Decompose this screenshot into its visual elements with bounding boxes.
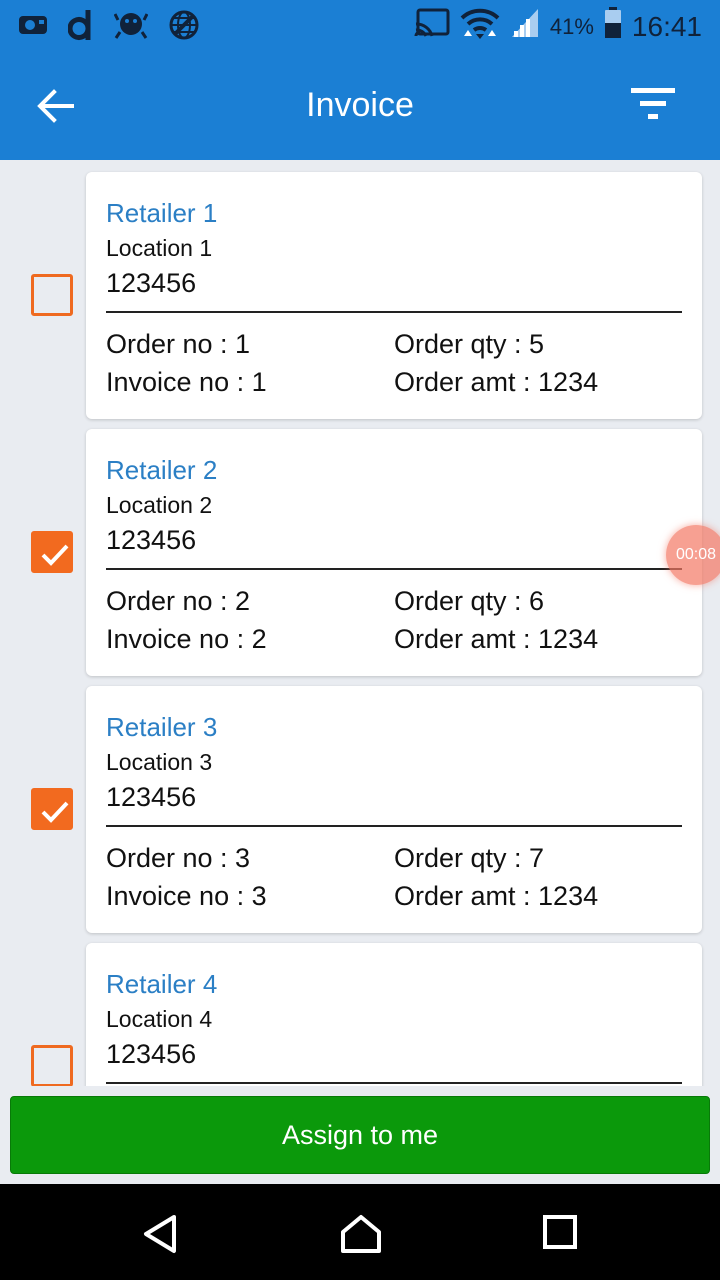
retailer-location: Location 1 (106, 235, 213, 261)
cast-icon (414, 8, 450, 45)
retailer-code: 123456 (106, 1039, 197, 1069)
invoice-card[interactable]: Retailer 4 Location 4 123456 (86, 943, 702, 1086)
retailer-name: Retailer 1 (106, 198, 218, 228)
retailer-name: Retailer 3 (106, 712, 218, 742)
app-header: 41% 16:41 Invoice (0, 0, 720, 160)
order-amt: Order amt : 1234 (394, 881, 599, 911)
invoice-no: Invoice no : 2 (106, 624, 267, 654)
retailer-code: 123456 (106, 782, 197, 812)
invoice-checkbox-checked[interactable] (31, 531, 73, 573)
globe-blocked-icon (168, 9, 200, 46)
order-amt: Order amt : 1234 (394, 624, 599, 654)
clock: 16:41 (631, 10, 702, 42)
checkmark-icon (41, 801, 69, 823)
invoice-checkbox-unchecked[interactable] (31, 1045, 73, 1086)
order-qty: Order qty : 6 (394, 586, 545, 616)
order-no: Order no : 2 (106, 586, 251, 616)
divider (106, 1082, 682, 1084)
nav-back-button[interactable] (140, 1214, 180, 1254)
nav-recents-button[interactable] (542, 1214, 582, 1254)
recents-square-icon (543, 1215, 577, 1249)
invoice-checkbox-unchecked[interactable] (31, 274, 73, 316)
retailer-location: Location 3 (106, 749, 213, 775)
invoice-no: Invoice no : 1 (106, 367, 267, 397)
retailer-code: 123456 (106, 525, 197, 555)
home-icon (341, 1215, 381, 1253)
back-triangle-icon (144, 1215, 176, 1253)
camera-app-icon (18, 13, 48, 42)
nav-home-button[interactable] (340, 1214, 381, 1254)
filter-button[interactable] (630, 86, 676, 122)
order-no: Order no : 1 (106, 329, 251, 359)
order-qty: Order qty : 7 (394, 843, 545, 873)
d-app-icon (67, 8, 94, 47)
invoice-card[interactable]: Retailer 1 Location 1 123456 Order no : … (86, 172, 702, 419)
divider (106, 568, 682, 570)
retailer-location: Location 2 (106, 492, 213, 518)
invoice-card[interactable]: Retailer 3 Location 3 123456 Order no : … (86, 686, 702, 933)
retailer-location: Location 4 (106, 1006, 213, 1032)
invoice-row: Retailer 3 Location 3 123456 Order no : … (0, 686, 720, 933)
retailer-code: 123456 (106, 268, 197, 298)
invoice-list[interactable]: Retailer 1 Location 1 123456 Order no : … (0, 160, 720, 1086)
order-qty: Order qty : 5 (394, 329, 545, 359)
order-no: Order no : 3 (106, 843, 251, 873)
toolbar: Invoice (0, 50, 720, 160)
signal-icon (510, 7, 540, 46)
status-bar: 41% 16:41 (0, 0, 720, 50)
wifi-icon (460, 6, 500, 47)
battery-percent: 41% (549, 13, 594, 39)
filter-icon (631, 88, 675, 119)
retailer-name: Retailer 4 (106, 969, 218, 999)
checkmark-icon (41, 544, 69, 566)
invoice-row: Retailer 4 Location 4 123456 (0, 943, 720, 1086)
divider (106, 311, 682, 313)
system-nav-bar (0, 1184, 720, 1280)
assign-to-me-button[interactable]: Assign to me (10, 1096, 710, 1174)
order-amt: Order amt : 1234 (394, 367, 599, 397)
page-title: Invoice (306, 86, 414, 124)
screen-recorder-bubble[interactable]: 00:08 (666, 525, 720, 585)
invoice-checkbox-checked[interactable] (31, 788, 73, 830)
battery-icon (604, 7, 622, 46)
invoice-row: Retailer 1 Location 1 123456 Order no : … (0, 172, 720, 419)
divider (106, 825, 682, 827)
invoice-no: Invoice no : 3 (106, 881, 267, 911)
invoice-card[interactable]: Retailer 2 Location 2 123456 Order no : … (86, 429, 702, 676)
invoice-row: Retailer 2 Location 2 123456 Order no : … (0, 429, 720, 676)
retailer-name: Retailer 2 (106, 455, 218, 485)
crab-app-icon (113, 8, 149, 47)
